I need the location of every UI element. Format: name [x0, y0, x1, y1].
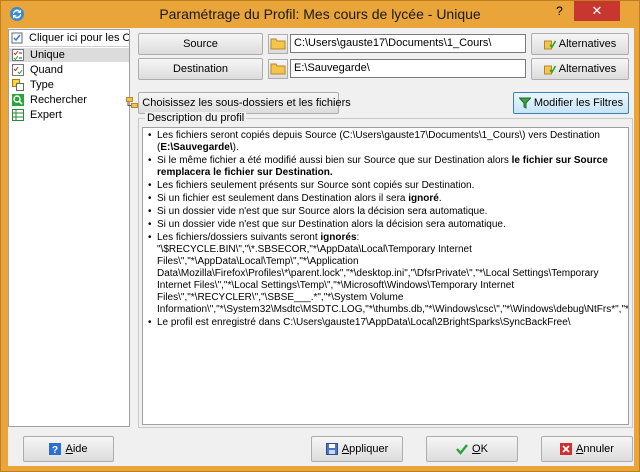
sidebar-item-label: Rechercher	[30, 94, 87, 106]
options-tree-header-label: Cliquer ici pour les Opti	[29, 32, 129, 44]
close-button[interactable]: ✕	[574, 1, 620, 21]
source-button[interactable]: Source	[138, 33, 263, 55]
ok-button[interactable]: OK	[426, 436, 518, 462]
ok-button-label: OK	[472, 443, 488, 455]
description-line: Si un dossier vide n'est que sur Source …	[147, 206, 624, 218]
cancel-button[interactable]: Annuler	[541, 436, 633, 462]
source-alternatives-label: Alternatives	[558, 38, 617, 50]
profile-description-group: Description du profil Les fichiers seron…	[138, 112, 633, 428]
apply-button[interactable]: Appliquer	[311, 436, 403, 462]
description-line: Si un fichier est seulement dans Destina…	[147, 193, 624, 205]
modify-filters-button[interactable]: Modifier les Filtres	[513, 92, 629, 114]
client-area: Cliquer ici pour les Opti Unique Quand T…	[8, 28, 634, 466]
sidebar-item-expert[interactable]: Expert	[9, 108, 129, 122]
description-line: Les fichiers/dossiers suivants seront ig…	[147, 232, 628, 316]
destination-alternatives-label: Alternatives	[558, 63, 617, 75]
window-title: Paramétrage du Profil: Mes cours de lycé…	[159, 6, 481, 22]
description-line: Si le même fichier a été modifié aussi b…	[147, 155, 624, 179]
source-alternatives-button[interactable]: Alternatives	[531, 33, 629, 55]
description-line: Les fichiers seront copiés depuis Source…	[147, 130, 624, 154]
cancel-icon	[560, 443, 573, 455]
options-tree-header[interactable]: Cliquer ici pour les Opti	[9, 30, 129, 47]
description-line: Si un dossier vide n'est que sur Destina…	[147, 219, 624, 231]
svg-text:?: ?	[52, 445, 58, 455]
choose-subfolders-label: Choisissez les sous-dossiers et les fich…	[142, 97, 351, 109]
choose-subfolders-button[interactable]: Choisissez les sous-dossiers et les fich…	[126, 92, 351, 114]
schedule-icon	[12, 64, 24, 76]
sidebar-item-quand[interactable]: Quand	[9, 63, 129, 77]
modify-filters-label: Modifier les Filtres	[533, 97, 624, 109]
window: Paramétrage du Profil: Mes cours de lycé…	[0, 0, 640, 472]
title-bar[interactable]: Paramétrage du Profil: Mes cours de lycé…	[1, 1, 639, 27]
options-tree[interactable]: Cliquer ici pour les Opti Unique Quand T…	[8, 29, 130, 427]
copy-type-icon	[12, 79, 24, 91]
profile-description-text[interactable]: Les fichiers seront copiés depuis Source…	[142, 127, 629, 425]
destination-alternatives-button[interactable]: Alternatives	[531, 58, 629, 80]
help-button-label: Aide	[65, 443, 88, 455]
filter-icon	[518, 97, 532, 109]
destination-path-input[interactable]: E:\Sauvegarde\	[290, 59, 526, 78]
destination-browse-button[interactable]	[268, 59, 288, 79]
check-icon	[456, 443, 468, 455]
search-icon	[12, 94, 24, 106]
help-button[interactable]: ? Aide	[23, 436, 114, 462]
sidebar-item-label: Expert	[30, 109, 62, 121]
checklist-icon	[12, 49, 24, 61]
source-browse-button[interactable]	[268, 34, 288, 54]
sidebar-item-label: Unique	[30, 49, 65, 61]
sidebar-item-label: Type	[30, 79, 54, 91]
sidebar-item-unique[interactable]: Unique	[9, 48, 129, 62]
alternatives-icon	[543, 63, 556, 75]
folder-icon	[270, 61, 286, 78]
source-path-input[interactable]: C:\Users\gauste17\Documents\1_Cours\	[290, 34, 526, 53]
description-line: Le profil est enregistré dans C:\Users\g…	[147, 317, 624, 329]
cancel-button-label: Annuler	[576, 443, 614, 455]
alternatives-icon	[543, 38, 556, 50]
profile-description-label: Description du profil	[145, 112, 247, 124]
description-line: Les fichiers seulement présents sur Sour…	[147, 180, 624, 192]
help-icon: ?	[49, 443, 62, 456]
sidebar-item-rechercher[interactable]: Rechercher	[9, 93, 129, 107]
click-hint-icon	[11, 32, 23, 44]
destination-button[interactable]: Destination	[138, 58, 263, 80]
apply-button-label: Appliquer	[341, 443, 389, 455]
help-title-button[interactable]: ?	[546, 1, 573, 21]
description-list: Les fichiers seront copiés depuis Source…	[147, 130, 628, 329]
folder-icon	[270, 36, 286, 53]
sidebar-item-type[interactable]: Type	[9, 78, 129, 92]
grid-icon	[12, 109, 24, 121]
tree-folders-icon	[126, 97, 139, 109]
apply-icon	[325, 443, 338, 455]
sidebar-item-label: Quand	[30, 64, 64, 76]
